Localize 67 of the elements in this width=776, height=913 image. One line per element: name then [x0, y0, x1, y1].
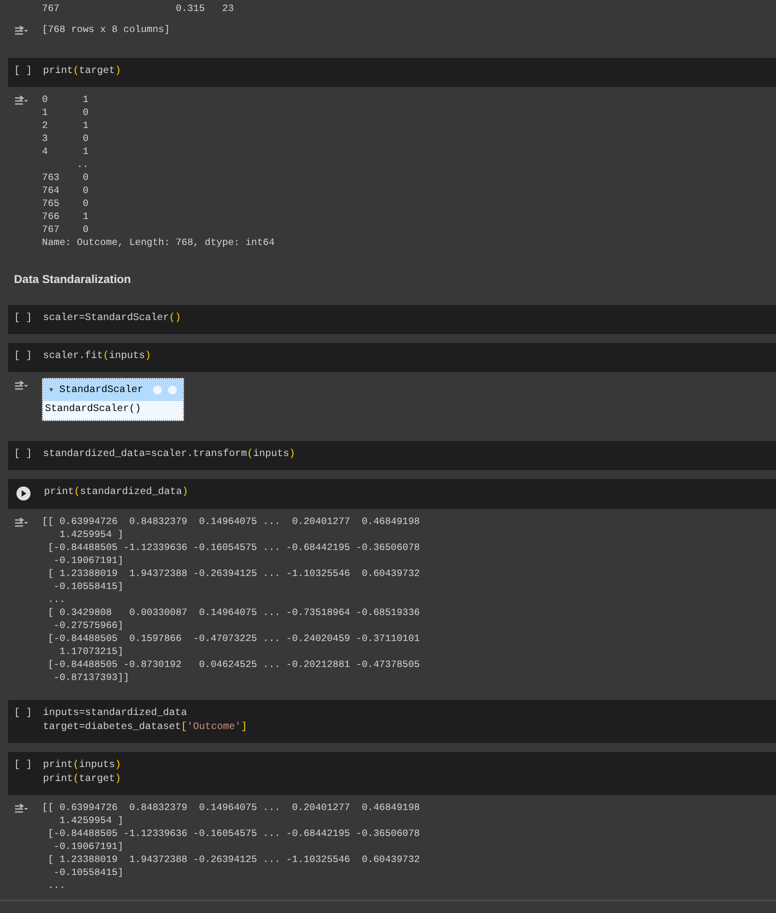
code-cell[interactable]: [ ] inputs=standardized_data target=diabetes_dataset['Outcome']	[8, 700, 776, 743]
output-line: -0.10558415]	[52, 866, 124, 879]
code-cell[interactable]: [ ] standardized_data=scaler.transform(inputs)	[8, 441, 776, 470]
output-toggle-icon[interactable]	[14, 380, 28, 392]
output-line: 764 0	[42, 184, 90, 197]
estimator-widget[interactable]: StandardScaler StandardScaler()	[42, 378, 184, 421]
output-line: ...	[46, 879, 66, 892]
code-line: print(standardized_data)	[44, 486, 188, 500]
caret-icon[interactable]	[49, 388, 54, 392]
cell-prompt: [ ]	[14, 350, 34, 364]
cell-prompt: [ ]	[14, 312, 34, 326]
output-line: 1 0	[42, 106, 90, 119]
output-line: 766 1	[42, 210, 90, 223]
output-line: -0.10558415]	[52, 580, 124, 593]
code-line: print(target)	[43, 65, 122, 79]
output-toggle-icon[interactable]	[14, 25, 28, 37]
output-line: ...	[46, 593, 66, 606]
output-toggle-icon[interactable]	[14, 803, 28, 815]
run-button-icon[interactable]	[16, 486, 31, 501]
code-line: scaler=StandardScaler()	[43, 312, 182, 326]
code-line: print(inputs)	[43, 759, 122, 773]
output-line: -0.19067191]	[52, 840, 124, 853]
output-line: [768 rows x 8 columns]	[42, 23, 170, 36]
widget-title: StandardScaler	[59, 384, 144, 396]
output-line: 765 0	[42, 197, 90, 210]
output-line: 1.4259954 ]	[58, 528, 124, 541]
output-line: 3 0	[42, 132, 90, 145]
output-line: 0 1	[42, 93, 90, 106]
code-cell[interactable]: [ ] scaler=StandardScaler()	[8, 305, 776, 334]
output-line: 1.17073215]	[58, 645, 124, 658]
output-line: -0.19067191]	[52, 554, 124, 567]
widget-body: StandardScaler()	[44, 402, 142, 417]
code-line: standardized_data=scaler.transform(inputs)	[43, 448, 296, 462]
output-line: [[ 0.63994726 0.84832379 0.14964075 ... 0.20401277 0.46849198	[42, 515, 420, 528]
output-line: -0.27575966]	[52, 619, 124, 632]
code-line: target=diabetes_dataset['Outcome']	[43, 721, 248, 735]
output-line: [ 0.3429808 0.00330087 0.14964075 ... -0.73518964 -0.68519336	[46, 606, 420, 619]
output-toggle-icon[interactable]	[14, 95, 28, 107]
output-line: -0.87137393]]	[52, 671, 130, 684]
cell-prompt: [ ]	[14, 759, 34, 773]
code-line: print(target)	[43, 773, 122, 787]
output-line: Name: Outcome, Length: 768, dtype: int64	[42, 236, 275, 249]
code-line: inputs=standardized_data	[43, 707, 188, 721]
output-line: 4 1	[42, 145, 90, 158]
cell-prompt: [ ]	[14, 448, 34, 462]
output-line: ..	[76, 158, 90, 171]
output-line: [ 1.23388019 1.94372388 -0.26394125 ... -1.10325546 0.60439732	[46, 853, 420, 866]
output-line: 767 0	[42, 223, 90, 236]
code-cell[interactable]: [ ] scaler.fit(inputs)	[8, 343, 776, 372]
output-line: [ 1.23388019 1.94372388 -0.26394125 ... -1.10325546 0.60439732	[46, 567, 420, 580]
cell-prompt: [ ]	[14, 65, 34, 79]
code-cell[interactable]: print(standardized_data)	[8, 479, 776, 509]
code-line: scaler.fit(inputs)	[43, 350, 152, 364]
output-line: [-0.84488505 -0.8730192 0.04624525 ... -0.20212881 -0.47378505	[46, 658, 420, 671]
output-line: 763 0	[42, 171, 90, 184]
code-cell[interactable]: [ ] print(target)	[8, 58, 776, 87]
output-line: 767 0.315 23	[42, 2, 234, 15]
output-line: 1.4259954 ]	[58, 814, 124, 827]
output-toggle-icon[interactable]	[14, 517, 28, 529]
output-line: 2 1	[42, 119, 90, 132]
cell-prompt: [ ]	[14, 707, 34, 721]
section-heading: Data Standaralization	[13, 273, 132, 288]
output-line: [-0.84488505 0.1597866 -0.47073225 ... -0.24020459 -0.37110101	[46, 632, 420, 645]
code-cell[interactable]: [ ] print(inputs) print(target)	[8, 752, 776, 795]
output-line: [-0.84488505 -1.12339636 -0.16054575 ... -0.68442195 -0.36506078	[46, 827, 420, 840]
output-line: [[ 0.63994726 0.84832379 0.14964075 ... 0.20401277 0.46849198	[42, 801, 420, 814]
output-line: [-0.84488505 -1.12339636 -0.16054575 ... -0.68442195 -0.36506078	[46, 541, 420, 554]
